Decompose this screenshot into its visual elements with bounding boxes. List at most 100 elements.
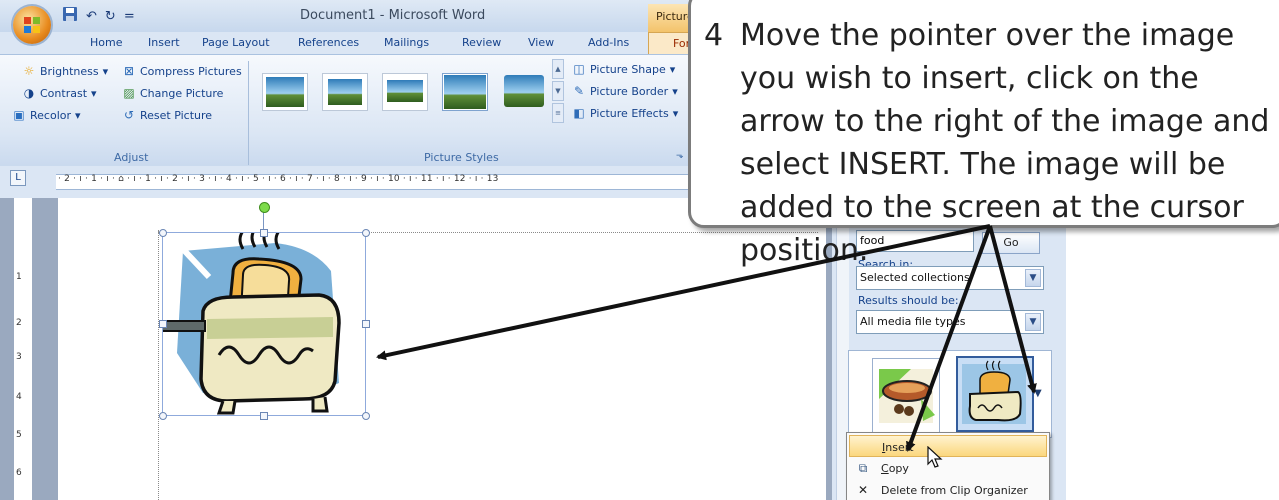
recolor-icon: ▣ — [13, 108, 25, 122]
adjust-group-label: Adjust — [114, 151, 149, 164]
dialog-launcher-icon[interactable]: ⬎ — [676, 151, 684, 161]
undo-button[interactable]: ↶ — [86, 9, 97, 24]
step-number: 4 — [704, 18, 724, 53]
rotation-handle[interactable] — [259, 202, 270, 213]
tab-mailings[interactable]: Mailings — [384, 36, 429, 49]
tab-insert[interactable]: Insert — [148, 36, 180, 49]
compress-icon: ⊠ — [123, 64, 135, 78]
window-title: Document1 - Microsoft Word — [300, 8, 486, 23]
food-clipart-icon — [879, 369, 935, 423]
tab-home[interactable]: Home — [90, 36, 122, 49]
picture-style-thumb[interactable] — [322, 73, 368, 111]
contrast-label: Contrast — [40, 87, 88, 100]
insert-icon — [856, 439, 872, 455]
margin-guide — [158, 230, 159, 500]
chevron-down-icon: ▾ — [75, 109, 81, 122]
menu-item-insert[interactable]: Insert — [849, 435, 1047, 457]
copy-icon: ⧉ — [858, 461, 868, 475]
resize-handle[interactable] — [159, 229, 167, 237]
office-logo-icon — [24, 17, 40, 33]
vertical-ruler-mark: 3 — [16, 352, 22, 362]
chevron-down-icon[interactable]: ▼ — [1025, 313, 1041, 331]
picture-border-button[interactable]: ✎ Picture Border ▾ — [572, 84, 678, 99]
recolor-label: Recolor — [30, 109, 72, 122]
results-label: Results should be: — [858, 294, 959, 307]
resize-handle[interactable] — [362, 412, 370, 420]
recolor-button[interactable]: ▣ Recolor ▾ — [12, 108, 81, 123]
tab-review[interactable]: Review — [462, 36, 501, 49]
chevron-down-icon: ▾ — [672, 107, 679, 120]
results-type-value: All media file types — [860, 315, 966, 328]
menu-item-label: opy — [888, 462, 909, 475]
resize-handle[interactable] — [260, 412, 268, 420]
gallery-more-icon[interactable]: ≡ — [552, 103, 564, 123]
gallery-scroll[interactable]: ▲ ▼ ≡ — [552, 59, 564, 125]
reset-picture-button[interactable]: ↺ Reset Picture — [122, 108, 213, 123]
stage: ↶ ↻ = Document1 - Microsoft Word Picture… — [0, 0, 1279, 500]
tab-selector[interactable]: L — [10, 170, 26, 186]
inserted-toaster-image[interactable] — [160, 228, 366, 416]
search-in-value: Selected collections — [860, 271, 970, 284]
menu-accelerator: C — [881, 462, 889, 475]
resize-handle[interactable] — [362, 320, 370, 328]
gallery-up-icon[interactable]: ▲ — [552, 59, 564, 79]
chevron-down-icon: ▾ — [672, 85, 678, 98]
picture-style-thumb[interactable] — [442, 73, 488, 111]
picture-effects-label: Picture Effects — [590, 107, 669, 120]
tab-references[interactable]: References — [298, 36, 359, 49]
picture-style-thumb[interactable] — [382, 73, 428, 111]
picture-style-thumb[interactable] — [262, 73, 308, 111]
picture-border-label: Picture Border — [590, 85, 669, 98]
brightness-icon: ☼ — [23, 64, 35, 78]
menu-item-delete[interactable]: ✕ Delete from Clip Organizer — [849, 479, 1047, 500]
reset-picture-label: Reset Picture — [140, 109, 213, 122]
customize-qat-button[interactable]: = — [124, 9, 135, 24]
clip-result-toaster[interactable] — [956, 356, 1034, 432]
save-icon[interactable] — [62, 6, 78, 26]
resize-handle[interactable] — [159, 412, 167, 420]
compress-pictures-button[interactable]: ⊠ Compress Pictures — [122, 64, 242, 79]
tab-add-ins[interactable]: Add-Ins — [588, 36, 629, 49]
vertical-ruler[interactable] — [14, 198, 33, 500]
chevron-down-icon: ▾ — [91, 87, 97, 100]
picture-styles-gallery — [262, 65, 550, 121]
menu-item-label: Delete from Clip Organizer — [881, 484, 1028, 497]
brightness-label: Brightness — [40, 65, 99, 78]
clip-result-food[interactable] — [872, 358, 940, 434]
toaster-thumb-icon — [962, 360, 1026, 424]
picture-shape-button[interactable]: ◫ Picture Shape ▾ — [572, 63, 675, 77]
picture-style-thumb[interactable] — [502, 73, 546, 109]
contrast-button[interactable]: ◑ Contrast ▾ — [22, 86, 97, 101]
picture-shape-label: Picture Shape — [590, 63, 666, 76]
delete-icon: ✕ — [857, 483, 869, 497]
menu-item-label: nsert — [885, 441, 914, 454]
tab-page-layout[interactable]: Page Layout — [202, 36, 270, 49]
change-picture-label: Change Picture — [140, 87, 224, 100]
instruction-text: Move the pointer over the image you wish… — [740, 18, 1270, 268]
contrast-icon: ◑ — [23, 86, 35, 100]
results-type-select[interactable]: All media file types ▼ — [856, 310, 1044, 334]
vertical-ruler-mark: 4 — [16, 392, 22, 402]
menu-item-copy[interactable]: ⧉ Copy — [849, 457, 1047, 479]
resize-handle[interactable] — [260, 229, 268, 237]
picture-effects-button[interactable]: ◧ Picture Effects ▾ — [572, 106, 679, 121]
quick-access-toolbar: ↶ ↻ = — [62, 6, 135, 26]
vertical-ruler-mark: 5 — [16, 430, 22, 440]
change-picture-icon: ▨ — [123, 86, 135, 100]
clip-context-menu: Insert ⧉ Copy ✕ Delete from Clip Organiz… — [846, 432, 1050, 500]
brightness-button[interactable]: ☼ Brightness ▾ — [22, 64, 109, 79]
resize-handle[interactable] — [362, 229, 370, 237]
mouse-pointer-icon — [927, 446, 943, 468]
picture-effects-icon: ◧ — [573, 106, 585, 120]
reset-picture-icon: ↺ — [123, 108, 135, 122]
redo-button[interactable]: ↻ — [105, 9, 116, 24]
change-picture-button[interactable]: ▨ Change Picture — [122, 86, 224, 101]
tab-view[interactable]: View — [528, 36, 554, 49]
toaster-clipart-icon — [160, 228, 341, 415]
gallery-down-icon[interactable]: ▼ — [552, 81, 564, 101]
clip-result-arrow-icon[interactable]: ▼ — [1034, 388, 1042, 399]
office-button[interactable] — [13, 6, 51, 44]
vertical-ruler-mark: 1 — [16, 272, 22, 282]
resize-handle[interactable] — [159, 320, 167, 328]
picture-border-icon: ✎ — [573, 84, 585, 98]
